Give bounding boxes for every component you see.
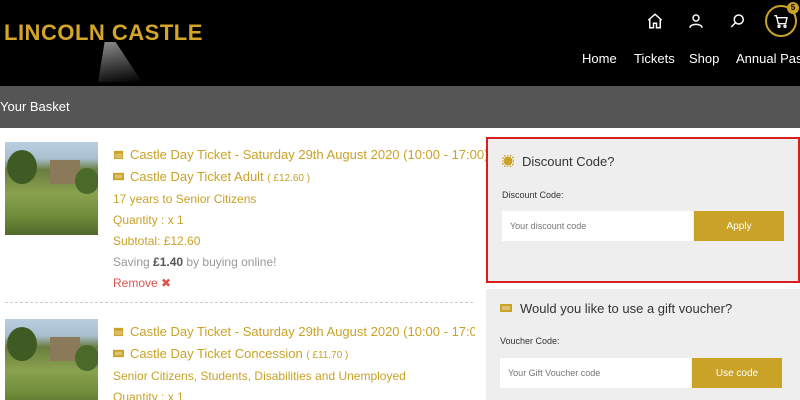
item-price: ( £11.70 ) xyxy=(306,350,349,361)
item-quantity: Quantity : x 1 xyxy=(113,213,184,227)
item-date: Castle Day Ticket - Saturday 29th August… xyxy=(130,324,475,339)
cart-count-badge: 5 xyxy=(787,2,799,14)
nav-home[interactable]: Home xyxy=(582,51,617,66)
voucher-title: Would you like to use a gift voucher? xyxy=(500,301,732,316)
nav-tickets[interactable]: Tickets xyxy=(634,51,675,66)
remove-item-button[interactable]: Remove ✖ xyxy=(113,276,171,290)
item-thumbnail xyxy=(5,142,98,235)
ticket-icon xyxy=(113,349,124,358)
item-date-line: Castle Day Ticket - Saturday 29th August… xyxy=(113,324,475,339)
site-logo[interactable]: LINCOLN CASTLE xyxy=(4,20,203,82)
voucher-panel: Would you like to use a gift voucher? Vo… xyxy=(486,289,800,400)
cart-icon xyxy=(774,15,788,28)
page-title: Your Basket xyxy=(0,99,70,114)
basket-item: Castle Day Ticket - Saturday 29th August… xyxy=(0,141,488,301)
search-icon[interactable] xyxy=(724,7,752,35)
discount-code-input[interactable] xyxy=(502,211,693,241)
item-subtotal: Subtotal: £12.60 xyxy=(113,234,201,248)
item-ticket-name: Castle Day Ticket Concession xyxy=(130,346,303,361)
item-ticket-name: Castle Day Ticket Adult xyxy=(130,169,264,184)
nav-annual-pass[interactable]: Annual Pass xyxy=(736,51,800,66)
voucher-label: Voucher Code: xyxy=(500,336,560,346)
item-eligibility: 17 years to Senior Citizens xyxy=(113,192,257,206)
item-eligibility: Senior Citizens, Students, Disabilities … xyxy=(113,369,406,383)
discount-label: Discount Code: xyxy=(502,190,564,200)
main-nav: Home Tickets Shop Annual Pass xyxy=(0,51,800,69)
ticket-icon xyxy=(113,172,124,181)
item-ticket-line: Castle Day Ticket Concession ( £11.70 ) xyxy=(113,346,348,361)
item-quantity: Quantity : x 1 xyxy=(113,390,184,400)
nav-shop[interactable]: Shop xyxy=(689,51,719,66)
discount-badge-icon xyxy=(502,155,514,167)
voucher-code-input[interactable] xyxy=(500,358,691,388)
basket-item: Castle Day Ticket - Saturday 29th August… xyxy=(0,318,475,400)
item-date: Castle Day Ticket - Saturday 29th August… xyxy=(130,147,489,162)
use-voucher-button[interactable]: Use code xyxy=(692,358,782,388)
apply-discount-button[interactable]: Apply xyxy=(694,211,784,241)
discount-title: Discount Code? xyxy=(502,154,615,169)
ticket-icon xyxy=(500,304,512,312)
calendar-icon xyxy=(113,150,124,160)
site-header: LINCOLN CASTLE 5 Home Tickets Shop Annua… xyxy=(0,0,800,86)
item-price: ( £12.60 ) xyxy=(267,173,311,184)
page-title-bar: Your Basket xyxy=(0,86,800,128)
logo-text: LINCOLN CASTLE xyxy=(4,20,203,45)
discount-panel: Discount Code? Discount Code: Apply xyxy=(486,137,800,283)
item-ticket-line: Castle Day Ticket Adult ( £12.60 ) xyxy=(113,169,310,184)
item-thumbnail xyxy=(5,319,98,400)
item-date-line: Castle Day Ticket - Saturday 29th August… xyxy=(113,147,488,162)
item-saving: Saving £1.40 by buying online! xyxy=(113,255,277,269)
item-divider xyxy=(5,302,473,303)
calendar-icon xyxy=(113,327,124,337)
home-icon[interactable] xyxy=(641,7,669,35)
user-icon[interactable] xyxy=(682,7,710,35)
